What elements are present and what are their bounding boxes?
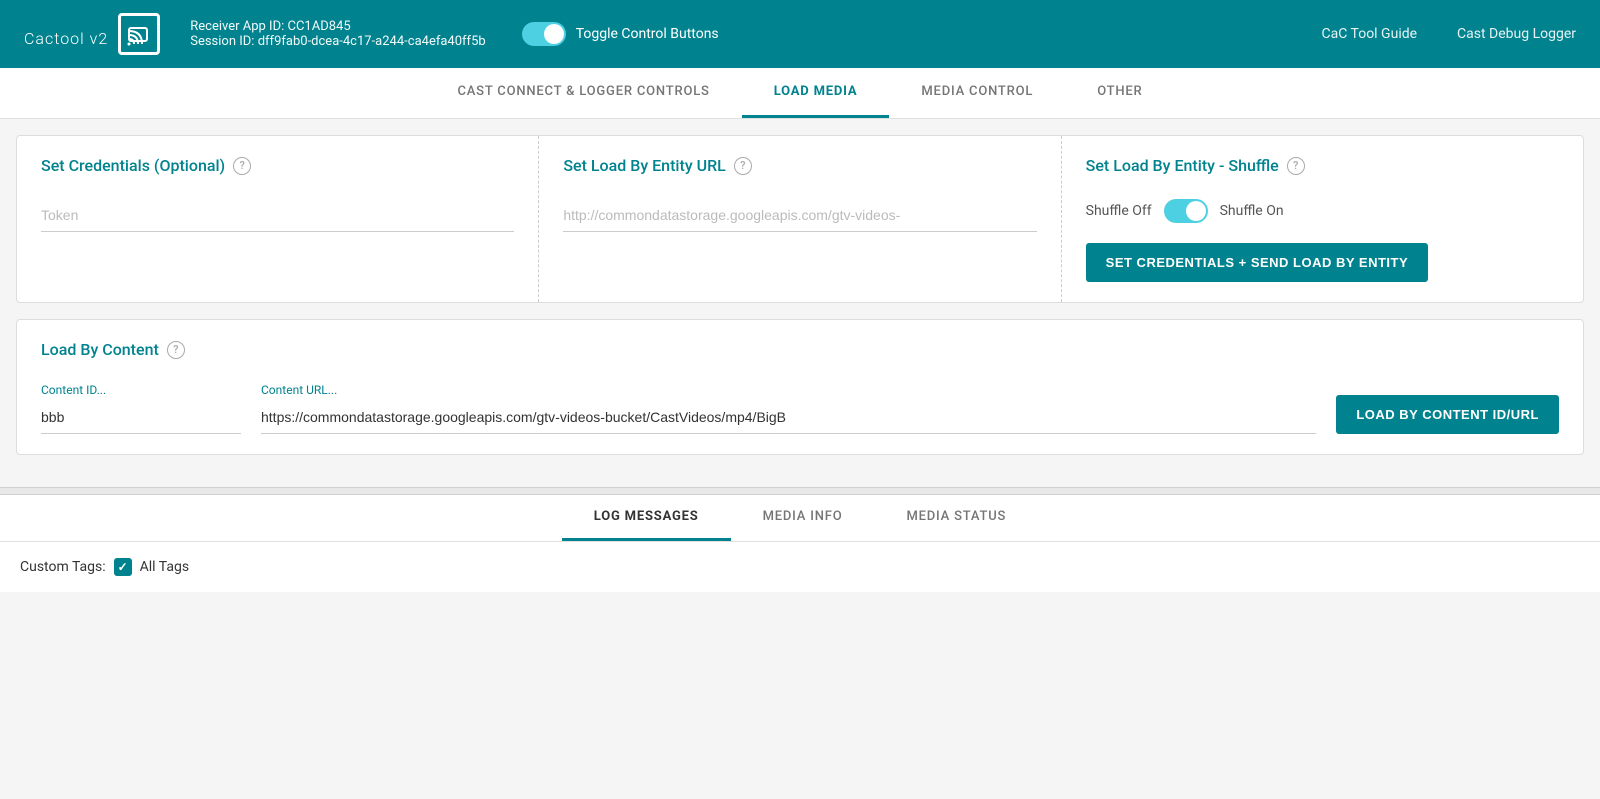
toggle-label: Toggle Control Buttons — [576, 26, 719, 42]
session-info: Receiver App ID: CC1AD845 Session ID: df… — [190, 19, 485, 49]
cast-debug-logger-link[interactable]: Cast Debug Logger — [1457, 26, 1576, 42]
tab-media-status[interactable]: MEDIA STATUS — [874, 495, 1038, 541]
load-content-help-icon[interactable]: ? — [167, 341, 185, 359]
top-cards-row: Set Credentials (Optional) ? Set Load By… — [16, 135, 1584, 303]
entity-url-card: Set Load By Entity URL ? — [539, 136, 1061, 302]
shuffle-on-label: Shuffle On — [1220, 203, 1284, 219]
entity-url-input[interactable] — [563, 199, 1036, 232]
credentials-help-icon[interactable]: ? — [233, 157, 251, 175]
load-by-content-button[interactable]: LOAD BY CONTENT ID/URL — [1336, 395, 1559, 434]
tab-cast-connect[interactable]: CAST CONNECT & LOGGER CONTROLS — [425, 68, 741, 118]
content-id-label: Content ID... — [41, 383, 241, 397]
content-id-column: Content ID... — [41, 383, 241, 434]
section-divider — [0, 487, 1600, 495]
shuffle-card: Set Load By Entity - Shuffle ? Shuffle O… — [1062, 136, 1583, 302]
toggle-control-buttons[interactable] — [522, 22, 566, 46]
shuffle-off-label: Shuffle Off — [1086, 203, 1152, 219]
logo-area: Cactool v2 — [24, 13, 160, 55]
all-tags-label: All Tags — [140, 559, 189, 575]
session-id: Session ID: dff9fab0-dcea-4c17-a244-ca4e… — [190, 34, 485, 49]
entity-url-help-icon[interactable]: ? — [734, 157, 752, 175]
main-content: Set Credentials (Optional) ? Set Load By… — [0, 119, 1600, 487]
shuffle-toggle[interactable] — [1164, 199, 1208, 223]
bottom-tabs: LOG MESSAGES MEDIA INFO MEDIA STATUS — [0, 495, 1600, 542]
all-tags-checkbox[interactable] — [114, 558, 132, 576]
set-credentials-send-load-by-entity-button[interactable]: SET CREDENTIALS + SEND LOAD BY ENTITY — [1086, 243, 1429, 282]
custom-tags-label: Custom Tags: — [20, 559, 106, 575]
credentials-card: Set Credentials (Optional) ? — [17, 136, 539, 302]
header-nav: CaC Tool Guide Cast Debug Logger — [1322, 26, 1577, 42]
credentials-title: Set Credentials (Optional) ? — [41, 156, 514, 175]
tab-other[interactable]: OTHER — [1065, 68, 1174, 118]
tab-media-control[interactable]: MEDIA CONTROL — [889, 68, 1065, 118]
load-content-body: Content ID... Content URL... LOAD BY CON… — [41, 383, 1559, 434]
content-url-column: Content URL... — [261, 383, 1316, 434]
entity-url-title: Set Load By Entity URL ? — [563, 156, 1036, 175]
content-url-label: Content URL... — [261, 383, 1316, 397]
main-tabs: CAST CONNECT & LOGGER CONTROLS LOAD MEDI… — [0, 68, 1600, 119]
cast-icon — [118, 13, 160, 55]
content-id-input[interactable] — [41, 401, 241, 434]
load-content-card: Load By Content ? Content ID... Content … — [16, 319, 1584, 455]
custom-tags-area: Custom Tags: All Tags — [0, 542, 1600, 592]
toggle-control-area: Toggle Control Buttons — [522, 22, 719, 46]
bottom-section: LOG MESSAGES MEDIA INFO MEDIA STATUS Cus… — [0, 495, 1600, 592]
token-input[interactable] — [41, 199, 514, 232]
logo-text: Cactool v2 — [24, 18, 108, 51]
receiver-app-id: Receiver App ID: CC1AD845 — [190, 19, 485, 34]
shuffle-title: Set Load By Entity - Shuffle ? — [1086, 156, 1559, 175]
tab-media-info[interactable]: MEDIA INFO — [731, 495, 875, 541]
tab-log-messages[interactable]: LOG MESSAGES — [562, 495, 731, 541]
app-header: Cactool v2 Receiver App ID: CC1AD845 Ses… — [0, 0, 1600, 68]
shuffle-help-icon[interactable]: ? — [1287, 157, 1305, 175]
cac-tool-guide-link[interactable]: CaC Tool Guide — [1322, 26, 1418, 42]
load-content-title: Load By Content ? — [41, 340, 1559, 359]
content-url-input[interactable] — [261, 401, 1316, 434]
logo-version: v2 — [85, 29, 108, 48]
shuffle-toggle-row: Shuffle Off Shuffle On — [1086, 199, 1559, 223]
tab-load-media[interactable]: LOAD MEDIA — [742, 68, 890, 118]
